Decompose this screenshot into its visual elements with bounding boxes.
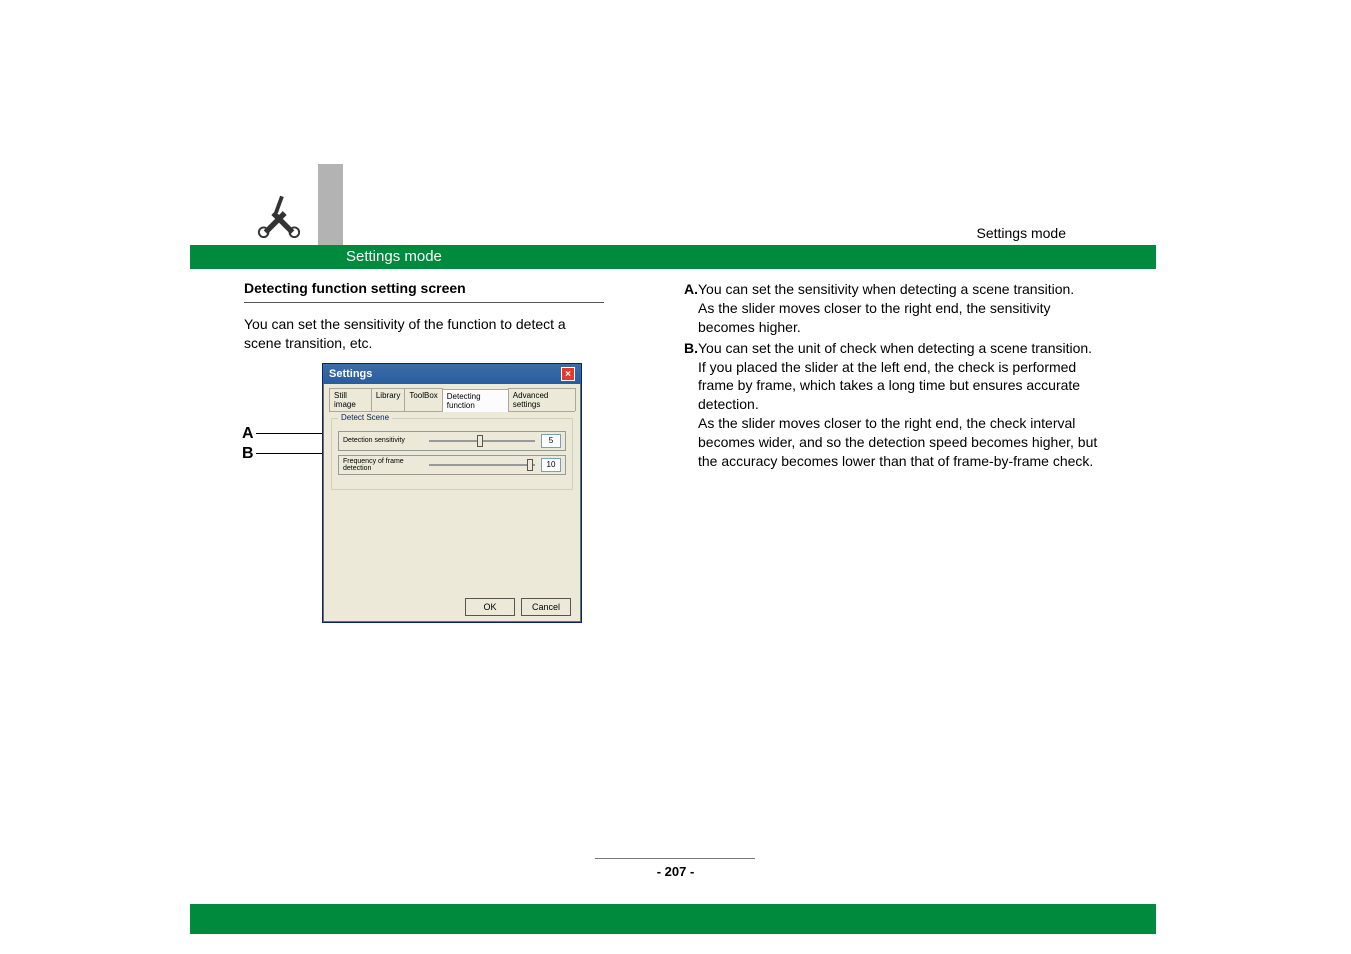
green-footer-bar — [190, 904, 1156, 934]
sensitivity-row: Detection sensitivity 5 — [338, 431, 566, 451]
section-heading: Detecting function setting screen — [244, 280, 604, 303]
callout-b-line — [256, 453, 328, 454]
sensitivity-thumb[interactable] — [477, 435, 483, 447]
detect-scene-fieldset: Detect Scene Detection sensitivity 5 Fre… — [331, 418, 573, 490]
frequency-thumb[interactable] — [527, 459, 533, 471]
a-line1: You can set the sensitivity when detecti… — [698, 280, 1100, 299]
sensitivity-label: Detection sensitivity — [343, 437, 423, 444]
ok-button[interactable]: OK — [465, 598, 515, 616]
a-line2: As the slider moves closer to the right … — [698, 299, 1100, 337]
gray-tab — [318, 164, 343, 254]
frequency-slider[interactable] — [429, 464, 535, 466]
tab-toolbox[interactable]: ToolBox — [404, 388, 442, 411]
tab-still-image[interactable]: Still image — [329, 388, 372, 411]
tab-advanced[interactable]: Advanced settings — [508, 388, 576, 411]
dialog-tabs: Still image Library ToolBox Detecting fu… — [329, 388, 575, 412]
frequency-row: Frequency of frame detection 10 — [338, 455, 566, 475]
dialog-titlebar: Settings × — [323, 364, 581, 384]
b-line2: If you placed the slider at the left end… — [698, 358, 1100, 415]
callout-b: B — [242, 445, 254, 463]
right-column: A. You can set the sensitivity when dete… — [684, 280, 1100, 473]
dialog-body: Detect Scene Detection sensitivity 5 Fre… — [329, 418, 575, 598]
sensitivity-value: 5 — [541, 434, 561, 448]
tab-library[interactable]: Library — [371, 388, 405, 411]
page: Settings mode Settings mode Detecting fu… — [0, 0, 1351, 954]
fieldset-legend: Detect Scene — [338, 413, 392, 422]
settings-dialog: Settings × Still image Library ToolBox D… — [322, 363, 582, 623]
page-number: - 207 - — [0, 864, 1351, 879]
close-icon[interactable]: × — [561, 367, 575, 381]
green-bar-text: Settings mode — [346, 248, 442, 265]
left-column: Detecting function setting screen You ca… — [244, 280, 664, 363]
page-number-rule — [595, 858, 755, 859]
list-item-a: A. You can set the sensitivity when dete… — [684, 280, 1100, 337]
callout-a-line — [256, 433, 328, 434]
tab-detecting-function[interactable]: Detecting function — [442, 389, 509, 412]
list-b-label: B. — [684, 339, 698, 471]
list-item-b: B. You can set the unit of check when de… — [684, 339, 1100, 471]
section-intro: You can set the sensitivity of the funct… — [244, 315, 604, 353]
list-b-content: You can set the unit of check when detec… — [698, 339, 1100, 471]
cancel-button[interactable]: Cancel — [521, 598, 571, 616]
green-header-bar — [190, 245, 1156, 269]
description-list: A. You can set the sensitivity when dete… — [684, 280, 1100, 471]
b-line3: As the slider moves closer to the right … — [698, 414, 1100, 471]
list-a-content: You can set the sensitivity when detecti… — [698, 280, 1100, 337]
tools-icon — [256, 192, 306, 242]
dialog-button-row: OK Cancel — [465, 598, 571, 616]
header-mode-label: Settings mode — [977, 225, 1067, 241]
dialog-title: Settings — [329, 368, 372, 380]
frequency-label: Frequency of frame detection — [343, 458, 423, 472]
list-a-label: A. — [684, 280, 698, 337]
b-line1: You can set the unit of check when detec… — [698, 339, 1100, 358]
callout-a: A — [242, 425, 254, 443]
frequency-value: 10 — [541, 458, 561, 472]
sensitivity-slider[interactable] — [429, 440, 535, 442]
